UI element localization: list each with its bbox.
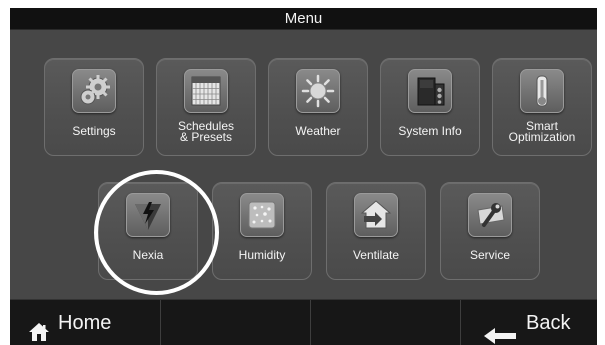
system-info-label: System Info <box>398 124 462 138</box>
label-line-2: & Presets <box>179 130 233 144</box>
home-icon <box>28 313 50 345</box>
ventilate-button[interactable]: Ventilate <box>326 182 426 280</box>
service-button[interactable]: Service <box>440 182 540 280</box>
hvac-unit-icon <box>408 69 452 113</box>
home-button[interactable]: Home <box>10 300 160 345</box>
bottom-nav-bar: Home Back <box>10 299 597 345</box>
schedules-presets-button[interactable]: Schedules & Presets <box>156 58 256 156</box>
settings-button[interactable]: Settings <box>44 58 144 156</box>
label-line-2: Optimization <box>508 130 576 144</box>
humidity-icon <box>240 193 284 237</box>
smart-optimization-label: Smart Optimization <box>493 120 591 144</box>
nexia-label: Nexia <box>132 248 164 262</box>
back-arrow-icon <box>484 315 516 345</box>
schedules-presets-label: Schedules & Presets <box>157 120 255 144</box>
wrench-icon <box>468 193 512 237</box>
smart-optimization-button[interactable]: Smart Optimization <box>492 58 592 156</box>
nexia-button[interactable]: Nexia <box>98 182 198 280</box>
humidity-button[interactable]: Humidity <box>212 182 312 280</box>
nexia-logo-icon <box>126 193 170 237</box>
divider <box>310 300 311 345</box>
weather-button[interactable]: Weather <box>268 58 368 156</box>
ventilate-icon <box>354 193 398 237</box>
sun-icon <box>296 69 340 113</box>
back-label: Back <box>526 312 571 334</box>
weather-label: Weather <box>295 124 341 138</box>
humidity-label: Humidity <box>238 248 286 262</box>
home-label: Home <box>58 312 112 334</box>
calendar-icon <box>184 69 228 113</box>
service-label: Service <box>469 248 510 262</box>
ventilate-label: Ventilate <box>352 248 400 262</box>
divider <box>160 300 161 345</box>
thermostat-screen: Menu Settings Schedules & Presets Weathe… <box>10 8 597 345</box>
menu-title: Menu <box>10 8 597 30</box>
settings-label: Settings <box>72 124 116 138</box>
gears-icon <box>72 69 116 113</box>
back-button[interactable]: Back <box>460 300 597 345</box>
system-info-button[interactable]: System Info <box>380 58 480 156</box>
thermometer-icon <box>520 69 564 113</box>
